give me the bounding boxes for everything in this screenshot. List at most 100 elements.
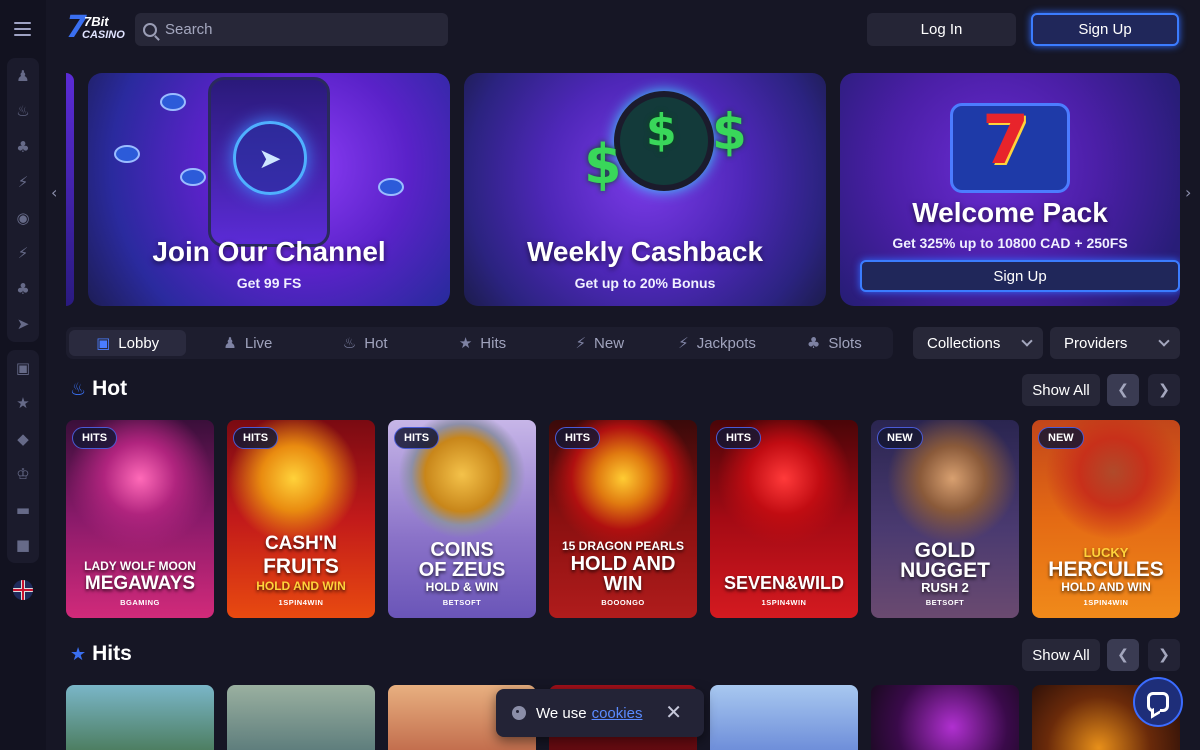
- game-name-line1: LADY WOLF MOON: [84, 559, 196, 573]
- signup-button[interactable]: Sign Up: [1031, 13, 1179, 46]
- game-card[interactable]: HITS LADY WOLF MOON MEGAWAYS BGAMING: [66, 420, 214, 618]
- game-name-line1: CASH'N: [264, 533, 338, 554]
- banner-weekly-cashback[interactable]: $ $ $ Weekly Cashback Get up to 20% Bonu…: [464, 73, 826, 306]
- jackpot-icon: ⚡: [678, 334, 689, 352]
- vip-icon[interactable]: ◆: [7, 421, 39, 457]
- show-all-button[interactable]: Show All: [1022, 374, 1100, 406]
- tab-slots[interactable]: ♣ Slots: [776, 327, 893, 359]
- show-all-button[interactable]: Show All: [1022, 639, 1100, 671]
- logo[interactable]: 7 7Bit CASINO: [66, 10, 126, 46]
- game-card[interactable]: [66, 685, 214, 750]
- logo-main-text: 7Bit: [84, 14, 109, 29]
- search-bar[interactable]: [135, 13, 448, 46]
- cookie-link[interactable]: cookies: [592, 705, 643, 722]
- game-card[interactable]: [227, 685, 375, 750]
- game-card[interactable]: HITS SEVEN&WILD 1SPIN4WIN: [710, 420, 858, 618]
- tab-new[interactable]: ⚡ New: [541, 327, 658, 359]
- game-name-line3: WIN: [603, 573, 643, 595]
- game-provider: BGAMING: [120, 598, 160, 607]
- search-input[interactable]: [165, 21, 435, 38]
- chevron-right-icon[interactable]: ❯: [1148, 639, 1180, 671]
- section-title-text: Hot: [92, 377, 128, 400]
- tab-jackpots[interactable]: ⚡ Jackpots: [658, 327, 775, 359]
- chevron-left-icon[interactable]: ❮: [1107, 374, 1139, 406]
- banner-signup-button[interactable]: Sign Up: [860, 260, 1180, 292]
- gift-icon[interactable]: ▣: [7, 350, 39, 386]
- banner-join-channel[interactable]: ➤ Join Our Channel Get 99 FS: [88, 73, 450, 306]
- fire-icon: ♨: [70, 378, 87, 400]
- dollar-icon: $: [584, 133, 622, 196]
- game-card[interactable]: NEW GOLD NUGGET RUSH 2 BETSOFT: [871, 420, 1019, 618]
- banner-title: Join Our Channel: [152, 236, 386, 267]
- game-name-line2: MEGAWAYS: [84, 573, 196, 594]
- game-name-line2: OF ZEUS: [418, 559, 506, 581]
- sidebar: ♟ ♨ ♣ ⚡ ◉ ⚡ ♣ ➤ ▣ ★ ◆ ♔ ▬ ■: [0, 0, 46, 750]
- tab-label: Hot: [364, 334, 388, 352]
- carousel-next-icon[interactable]: ›: [1185, 183, 1191, 202]
- game-card[interactable]: HITS CASH'N FRUITS HOLD AND WIN 1SPIN4WI…: [227, 420, 375, 618]
- card-icon[interactable]: ▬: [7, 492, 39, 528]
- shop-icon[interactable]: ■: [7, 528, 39, 564]
- game-provider: BOOONGO: [601, 598, 645, 607]
- uk-flag-icon[interactable]: [13, 580, 33, 600]
- cookie-text: We use: [536, 704, 587, 722]
- game-card[interactable]: [710, 685, 858, 750]
- badge: HITS: [555, 427, 601, 449]
- tab-live[interactable]: ♟ Live: [189, 327, 306, 359]
- seven-icon: 7: [982, 101, 1030, 180]
- menu-icon[interactable]: [14, 22, 31, 36]
- crown-icon[interactable]: ♔: [7, 457, 39, 493]
- banner-subtitle: Get 99 FS: [236, 275, 302, 291]
- providers-dropdown[interactable]: Providers: [1050, 327, 1180, 359]
- tab-label: Jackpots: [696, 334, 756, 352]
- rocket-icon[interactable]: ➤: [7, 307, 39, 343]
- banner-title: Weekly Cashback: [526, 236, 764, 267]
- game-name-line2: HOLD AND: [570, 553, 676, 575]
- tab-lobby[interactable]: ▣ Lobby: [69, 330, 187, 356]
- carousel-prev-icon[interactable]: ‹: [51, 183, 57, 202]
- game-card[interactable]: NEW LUCKY HERCULES HOLD AND WIN 1SPIN4WI…: [1032, 420, 1180, 618]
- promo-carousel: ➤ Join Our Channel Get 99 FS $ $ $ Weekl…: [66, 73, 1180, 306]
- cards-icon[interactable]: ♣: [7, 271, 39, 307]
- game-provider: 1SPIN4WIN: [761, 598, 807, 607]
- badge: HITS: [72, 427, 118, 449]
- game-name-line3: HOLD AND WIN: [1061, 580, 1151, 594]
- spade-icon[interactable]: ♣: [7, 129, 39, 165]
- target-icon[interactable]: ◉: [7, 200, 39, 236]
- tab-label: New: [594, 334, 625, 352]
- live-dealer-icon[interactable]: ♟: [7, 58, 39, 94]
- game-name-line2: FRUITS: [263, 555, 339, 578]
- trophy-icon[interactable]: ★: [7, 386, 39, 422]
- tab-label: Lobby: [118, 334, 160, 352]
- tab-hits[interactable]: ★ Hits: [424, 327, 541, 359]
- telegram-icon: ➤: [233, 121, 307, 195]
- chevron-left-icon[interactable]: ❮: [1107, 639, 1139, 671]
- login-button[interactable]: Log In: [867, 13, 1016, 46]
- fire-icon[interactable]: ♨: [7, 94, 39, 130]
- badge: HITS: [233, 427, 279, 449]
- logo-sub-text: CASINO: [82, 29, 125, 41]
- banner-welcome-pack[interactable]: 7 Welcome Pack Get 325% up to 10800 CAD …: [840, 73, 1180, 306]
- game-card[interactable]: HITS COINS OF ZEUS HOLD & WIN BETSOFT: [388, 420, 536, 618]
- hits-icon[interactable]: ⚡: [7, 165, 39, 201]
- coin-icon: [180, 168, 206, 186]
- game-name-line1: SEVEN&WILD: [723, 573, 844, 593]
- tab-hot[interactable]: ♨ Hot: [307, 327, 424, 359]
- new-icon[interactable]: ⚡: [7, 236, 39, 272]
- lobby-icon: ▣: [96, 334, 111, 352]
- game-card[interactable]: [871, 685, 1019, 750]
- close-icon[interactable]: ✕: [665, 702, 682, 722]
- badge: HITS: [394, 427, 440, 449]
- game-name-line3: RUSH 2: [921, 580, 969, 595]
- chat-button[interactable]: [1133, 677, 1183, 727]
- game-name-line3: HOLD AND WIN: [256, 579, 346, 593]
- game-card[interactable]: HITS 15 DRAGON PEARLS HOLD AND WIN BOOON…: [549, 420, 697, 618]
- game-name-line1: 15 DRAGON PEARLS: [561, 539, 685, 553]
- dollar-icon: $: [646, 105, 677, 156]
- collections-dropdown[interactable]: Collections: [913, 327, 1043, 359]
- game-provider: BETSOFT: [925, 598, 965, 607]
- chevron-right-icon[interactable]: ❯: [1148, 374, 1180, 406]
- fire-icon: ♨: [342, 334, 357, 352]
- game-name-line1: COINS: [430, 539, 494, 561]
- section-title-text: Hits: [92, 642, 132, 665]
